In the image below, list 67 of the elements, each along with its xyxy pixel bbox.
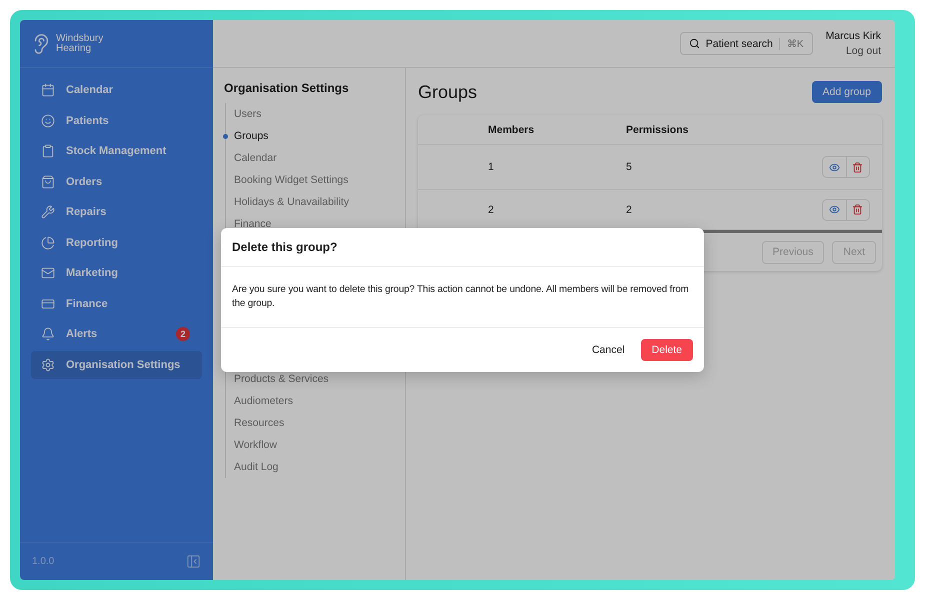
settings-nav-item[interactable]: Resources bbox=[226, 412, 405, 434]
sidebar-label: Organisation Settings bbox=[66, 358, 180, 371]
envelope-icon bbox=[41, 266, 55, 280]
settings-icon bbox=[41, 358, 55, 372]
smiley-icon bbox=[41, 114, 55, 128]
wrench-icon bbox=[41, 205, 55, 220]
sidebar-label: Alerts bbox=[66, 328, 98, 340]
search-icon bbox=[688, 38, 700, 49]
settings-nav-item[interactable]: Users bbox=[226, 103, 405, 125]
settings-nav-item[interactable]: Audit Log bbox=[226, 456, 405, 478]
settings-nav-item[interactable]: Holidays & Unavailability bbox=[226, 191, 405, 213]
dialog-message: Are you sure you want to delete this group? This action cannot be undone. All members will be removed from the group. bbox=[221, 267, 704, 328]
sidebar-label: Patients bbox=[66, 114, 109, 127]
sidebar-item[interactable]: Patients bbox=[31, 106, 202, 135]
settings-nav-item[interactable]: Groups bbox=[226, 125, 405, 147]
settings-nav-item[interactable]: Audiometers bbox=[226, 390, 405, 412]
confirm-delete-button[interactable]: Delete bbox=[640, 339, 693, 361]
shortcut-hint: ⌘K bbox=[778, 38, 804, 50]
search-label: Patient search bbox=[706, 38, 773, 50]
version-label: 1.0.0 bbox=[32, 556, 54, 567]
settings-nav-item[interactable]: Booking Widget Settings bbox=[226, 169, 405, 191]
sidebar-item[interactable]: Repairs bbox=[31, 198, 202, 226]
sidebar-item[interactable]: Alerts 2 bbox=[31, 320, 202, 348]
sidebar-label: Orders bbox=[66, 176, 102, 188]
trash-icon bbox=[852, 204, 864, 215]
calendar-icon bbox=[41, 83, 55, 98]
pie-chart-icon bbox=[41, 236, 55, 250]
patient-search-button[interactable]: Patient search ⌘K bbox=[680, 32, 813, 55]
cancel-button[interactable]: Cancel bbox=[586, 340, 631, 360]
column-header: Members bbox=[488, 124, 536, 136]
eye-icon bbox=[828, 204, 840, 215]
sidebar-label: Stock Management bbox=[66, 145, 166, 158]
sidebar-label: Calendar bbox=[66, 84, 114, 96]
page-title: Groups bbox=[418, 82, 478, 102]
sidebar-item[interactable]: Calendar bbox=[31, 76, 202, 104]
table-cell-text: 2 bbox=[488, 204, 495, 216]
add-group-button[interactable]: Add group bbox=[812, 81, 882, 103]
user-name: Marcus Kirk bbox=[826, 30, 881, 42]
bell-icon bbox=[41, 327, 55, 342]
settings-nav-item[interactable]: Calendar bbox=[226, 147, 405, 169]
sidebar-item[interactable]: Organisation Settings bbox=[31, 350, 202, 379]
dialog-title: Delete this group? bbox=[221, 228, 704, 267]
settings-nav-item[interactable]: Products & Services bbox=[226, 368, 405, 390]
sidebar-label: Finance bbox=[66, 298, 108, 310]
sidebar-item[interactable]: Reporting bbox=[31, 228, 202, 257]
sidebar-label: Repairs bbox=[66, 206, 106, 218]
logout-link[interactable]: Log out bbox=[846, 45, 881, 57]
settings-title: Organisation Settings bbox=[224, 81, 350, 95]
trash-icon bbox=[852, 162, 864, 172]
sidebar-item[interactable]: Stock Management bbox=[31, 137, 202, 166]
brand-name: Windsbury Hearing bbox=[56, 34, 104, 54]
settings-nav-item[interactable]: Workflow bbox=[226, 434, 405, 456]
count-badge: 2 bbox=[176, 327, 190, 342]
collapse-sidebar-icon[interactable] bbox=[186, 554, 201, 569]
sidebar-item[interactable]: Orders bbox=[31, 168, 202, 196]
column-header: Permissions bbox=[626, 124, 690, 136]
eye-icon bbox=[828, 162, 840, 172]
sidebar-label: Marketing bbox=[66, 267, 118, 280]
table-cell-text: 2 bbox=[626, 204, 633, 216]
card-icon bbox=[41, 296, 55, 311]
sidebar-item[interactable]: Marketing bbox=[31, 259, 202, 288]
sidebar-label: Reporting bbox=[66, 236, 118, 249]
clipboard-icon bbox=[41, 144, 55, 158]
bag-icon bbox=[41, 174, 55, 189]
table-cell-text: 5 bbox=[626, 161, 633, 173]
sidebar-item[interactable]: Finance bbox=[31, 290, 202, 318]
table-cell-text: 1 bbox=[488, 161, 495, 173]
